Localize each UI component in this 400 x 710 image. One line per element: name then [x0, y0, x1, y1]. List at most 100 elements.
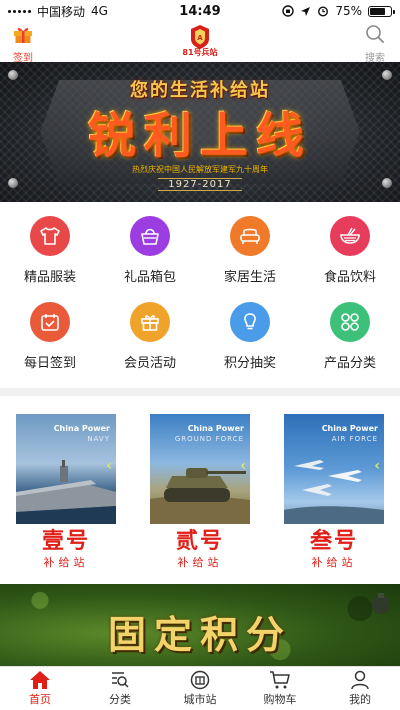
promo-title: 固定积分 — [107, 613, 292, 657]
card-brand-text: China Power — [53, 424, 110, 433]
banner-caption: 热烈庆祝中国人民解放军建军九十周年 — [132, 165, 268, 174]
navy-carrier-image: China Power NAVY ‹ — [16, 414, 116, 524]
person-icon — [351, 670, 369, 690]
card-subtitle: 补给站 — [311, 556, 357, 569]
status-right: 75% — [242, 4, 395, 18]
card-number: 贰号 — [175, 529, 224, 554]
gift-icon — [141, 315, 159, 331]
status-left: 中国移动 4G — [8, 3, 158, 20]
home-icon — [30, 671, 50, 689]
noodle-bowl-icon — [340, 227, 360, 244]
menu-icon-circle — [130, 216, 170, 256]
card-force: AIR FORCE — [331, 435, 378, 443]
chevron-left-icon: ‹ — [240, 458, 246, 474]
menu-icon-circle — [230, 216, 270, 256]
hero-banner[interactable]: 您的生活补给站 锐利上线 热烈庆祝中国人民解放军建军九十周年 1927-2017 — [0, 62, 400, 202]
tab-home[interactable]: 首页 — [0, 667, 80, 710]
menu-item-gift-bags[interactable]: 礼品箱包 — [100, 210, 200, 296]
card-brand: China Power GROUND FORCE — [175, 424, 244, 444]
menu-icon-circle — [230, 302, 270, 342]
status-bar: 中国移动 4G 14:49 75% — [0, 0, 400, 22]
cart-icon — [270, 671, 290, 689]
gift-box-icon — [14, 27, 32, 43]
handbag-icon — [141, 228, 159, 245]
search-button[interactable]: 搜索 — [360, 24, 390, 64]
banner-title: 锐利上线 — [87, 108, 312, 164]
tab-label: 购物车 — [263, 693, 297, 706]
menu-icon-circle — [330, 302, 370, 342]
tab-cart[interactable]: 购物车 — [240, 667, 320, 710]
location-icon — [301, 6, 311, 16]
battery-percent: 75% — [335, 4, 362, 18]
menu-label: 会员活动 — [123, 356, 176, 371]
signal-icon — [8, 9, 31, 13]
menu-item-daily-checkin[interactable]: 每日签到 — [0, 296, 100, 382]
card-force: GROUND FORCE — [174, 435, 244, 443]
card-number: 壹号 — [41, 529, 90, 554]
menu-icon-circle — [30, 302, 70, 342]
chevron-left-icon: ‹ — [106, 458, 112, 474]
sofa-icon — [240, 228, 260, 244]
tab-label: 分类 — [109, 693, 131, 706]
menu-item-clothing[interactable]: 精品服装 — [0, 210, 100, 296]
network-type: 4G — [91, 4, 108, 18]
battery-icon — [368, 5, 395, 17]
logo-text: 81号兵站 — [182, 48, 218, 57]
menu-label: 食品饮料 — [323, 270, 376, 285]
menu-label: 积分抽奖 — [223, 356, 276, 371]
menu-item-home-living[interactable]: 家居生活 — [200, 210, 300, 296]
air-force-jets-image: China Power AIR FORCE ‹ — [284, 414, 384, 524]
svg-text:A: A — [197, 34, 203, 42]
banner-years-text: 1927-2017 — [158, 178, 242, 191]
category-search-icon — [112, 672, 129, 688]
menu-label: 精品服装 — [23, 270, 76, 285]
card-number: 叁号 — [309, 529, 358, 554]
tab-profile[interactable]: 我的 — [320, 667, 400, 710]
checkin-button[interactable]: 签到 — [8, 24, 38, 64]
rotation-lock-icon — [282, 5, 295, 17]
card-ground-force[interactable]: China Power GROUND FORCE ‹ 贰号 补给站 — [150, 414, 250, 570]
card-navy[interactable]: China Power NAVY ‹ 壹号 补给站 — [16, 414, 116, 570]
menu-label: 礼品箱包 — [123, 270, 176, 285]
tab-label: 我的 — [349, 693, 371, 706]
menu-item-points-lottery[interactable]: 积分抽奖 — [200, 296, 300, 382]
card-brand: China Power NAVY — [54, 424, 110, 444]
status-time: 14:49 — [179, 3, 221, 19]
category-menu: 精品服装 礼品箱包 家居生活 食品饮料 每日签到 会员活动 积分抽奖 产品分类 — [0, 210, 400, 382]
section-divider — [0, 388, 400, 396]
menu-label: 产品分类 — [323, 356, 376, 371]
tab-label: 城市站 — [183, 693, 217, 706]
card-brand-text: China Power — [187, 424, 244, 433]
fixed-points-banner[interactable]: 固定积分 — [0, 584, 400, 666]
calendar-icon — [41, 314, 59, 331]
carrier-name: 中国移动 — [37, 4, 86, 19]
ground-force-tank-image: China Power GROUND FORCE ‹ — [150, 414, 250, 524]
tshirt-icon — [40, 227, 60, 245]
tab-label: 首页 — [29, 693, 51, 706]
card-brand: China Power AIR FORCE — [322, 424, 378, 444]
app-logo: A 81号兵站 — [178, 24, 222, 58]
menu-item-product-categories[interactable]: 产品分类 — [300, 296, 400, 382]
card-brand-text: China Power — [321, 424, 378, 433]
tab-category[interactable]: 分类 — [80, 667, 160, 710]
card-force: NAVY — [87, 435, 110, 443]
menu-icon-circle — [330, 216, 370, 256]
menu-label: 家居生活 — [223, 270, 276, 285]
menu-icon-circle — [30, 216, 70, 256]
bottom-tab-bar: 首页 分类 城市站 购物车 我的 — [0, 666, 400, 710]
lightbulb-icon — [244, 313, 256, 330]
banner-years: 1927-2017 — [0, 178, 400, 191]
card-subtitle: 补给站 — [43, 556, 89, 569]
menu-icon-circle — [130, 302, 170, 342]
tab-city-station[interactable]: 城市站 — [160, 667, 240, 710]
menu-label: 每日签到 — [23, 356, 76, 371]
menu-item-food-drinks[interactable]: 食品饮料 — [300, 210, 400, 296]
menu-item-member-activities[interactable]: 会员活动 — [100, 296, 200, 382]
alarm-icon — [318, 6, 329, 17]
card-air-force[interactable]: China Power AIR FORCE ‹ 叁号 补给站 — [284, 414, 384, 570]
clover-icon — [341, 313, 359, 331]
chevron-left-icon: ‹ — [374, 458, 380, 474]
city-station-icon — [190, 670, 210, 690]
supply-station-cards: China Power NAVY ‹ 壹号 补给站 China Power GROU… — [0, 414, 400, 576]
app-header: 签到 A 81号兵站 搜索 — [0, 22, 400, 64]
